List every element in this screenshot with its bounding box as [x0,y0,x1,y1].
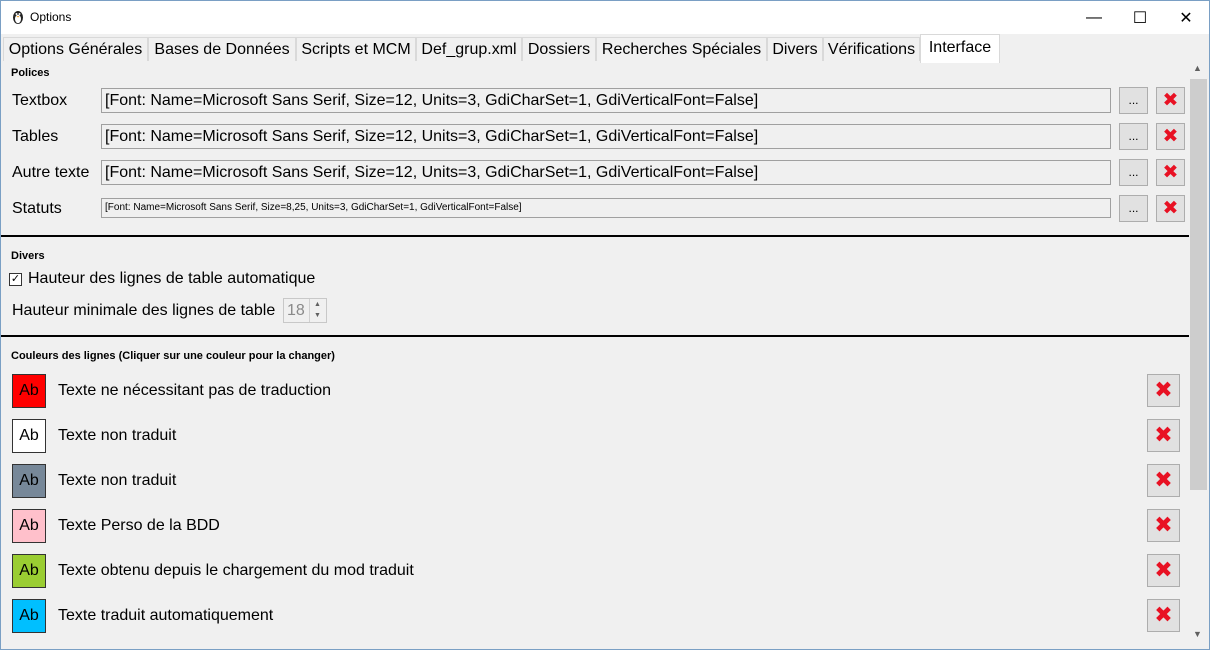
delete-icon: ✖ [1162,125,1179,147]
close-icon: ✕ [1179,9,1193,27]
color-reset-button[interactable]: ✖ [1147,374,1180,407]
color-label-mod-loaded: Texte obtenu depuis le chargement du mod… [58,562,414,579]
color-reset-button[interactable]: ✖ [1147,554,1180,587]
delete-icon: ✖ [1154,602,1173,628]
tab-scripts-et-mcm[interactable]: Scripts et MCM [296,37,416,61]
minimize-icon: — [1086,8,1102,26]
textbox-label: Textbox [12,92,68,109]
scrollbar-thumb[interactable] [1190,79,1207,490]
minimize-button[interactable]: — [1071,1,1117,34]
color-swatch-untranslated[interactable]: Ab [12,419,46,453]
polices-heading: Polices [11,67,50,79]
color-swatch-auto-translated[interactable]: Ab [12,599,46,633]
color-reset-button[interactable]: ✖ [1147,419,1180,452]
autre-texte-font-browse-button[interactable]: ... [1119,159,1148,186]
color-reset-button[interactable]: ✖ [1147,464,1180,497]
window-title: Options [30,10,72,24]
tables-label: Tables [12,128,59,145]
delete-icon: ✖ [1154,377,1173,403]
chevron-down-icon[interactable]: ▼ [1193,629,1202,639]
delete-icon: ✖ [1162,197,1179,219]
tables-font-browse-button[interactable]: ... [1119,123,1148,150]
tab-bases-de-donnees[interactable]: Bases de Données [148,37,296,61]
separator [1,235,1189,237]
interface-panel: Polices Textbox [Font: Name=Microsoft Sa… [1,62,1189,649]
tab-verifications[interactable]: Vérifications [823,37,920,61]
vertical-scrollbar[interactable]: ▲ ▼ [1189,62,1209,649]
color-swatch-no-translation[interactable]: Ab [12,374,46,408]
autre-texte-font-field[interactable]: [Font: Name=Microsoft Sans Serif, Size=1… [101,160,1111,185]
delete-icon: ✖ [1162,161,1179,183]
autre-texte-font-reset-button[interactable]: ✖ [1156,159,1185,186]
maximize-button[interactable]: ☐ [1117,1,1163,34]
color-label-bdd-custom: Texte Perso de la BDD [58,517,220,534]
min-height-stepper[interactable]: 18 ▲ ▼ [283,298,327,323]
stepper-arrows[interactable]: ▲ ▼ [309,299,326,322]
color-label-untranslated: Texte non traduit [58,427,177,444]
auto-height-label[interactable]: Hauteur des lignes de table automatique [28,270,315,288]
tab-strip: Options Générales Bases de Données Scrip… [1,34,1209,63]
color-label-no-translation: Texte ne nécessitant pas de traduction [58,382,332,399]
tab-options-generales[interactable]: Options Générales [3,37,148,61]
chevron-up-icon[interactable]: ▲ [314,301,321,308]
tab-def-grup-xml[interactable]: Def_grup.xml [416,37,522,61]
textbox-font-reset-button[interactable]: ✖ [1156,87,1185,114]
auto-height-checkbox[interactable]: ✓ [9,273,22,286]
color-reset-button[interactable]: ✖ [1147,599,1180,632]
tables-font-reset-button[interactable]: ✖ [1156,123,1185,150]
close-button[interactable]: ✕ [1163,1,1209,34]
title-bar: Options — ☐ ✕ [1,1,1209,34]
delete-icon: ✖ [1154,557,1173,583]
delete-icon: ✖ [1154,422,1173,448]
tab-dossiers[interactable]: Dossiers [522,37,596,61]
tab-interface[interactable]: Interface [920,34,1000,63]
couleurs-heading: Couleurs des lignes (Cliquer sur une cou… [11,350,335,362]
autre-texte-label: Autre texte [12,164,90,181]
textbox-font-field[interactable]: [Font: Name=Microsoft Sans Serif, Size=1… [101,88,1111,113]
divers-heading: Divers [11,250,45,262]
min-height-label: Hauteur minimale des lignes de table [12,302,276,319]
statuts-label: Statuts [12,200,62,217]
color-label-auto-translated: Texte traduit automatiquement [58,607,274,624]
tab-divers[interactable]: Divers [767,37,823,61]
statuts-font-browse-button[interactable]: ... [1119,195,1148,222]
delete-icon: ✖ [1162,89,1179,111]
delete-icon: ✖ [1154,512,1173,538]
maximize-icon: ☐ [1132,9,1148,27]
separator [1,335,1189,337]
min-height-value: 18 [287,302,305,319]
tab-recherches-speciales[interactable]: Recherches Spéciales [596,37,767,61]
chevron-down-icon[interactable]: ▼ [314,312,321,319]
penguin-app-icon [13,11,23,24]
color-label-untranslated-alt: Texte non traduit [58,472,177,489]
color-swatch-mod-loaded[interactable]: Ab [12,554,46,588]
options-window: Options — ☐ ✕ Options Générales Bases de… [0,0,1210,650]
color-swatch-bdd-custom[interactable]: Ab [12,509,46,543]
tables-font-field[interactable]: [Font: Name=Microsoft Sans Serif, Size=1… [101,124,1111,149]
delete-icon: ✖ [1154,467,1173,493]
textbox-font-browse-button[interactable]: ... [1119,87,1148,114]
statuts-font-field[interactable]: [Font: Name=Microsoft Sans Serif, Size=8… [101,198,1111,218]
color-reset-button[interactable]: ✖ [1147,509,1180,542]
statuts-font-reset-button[interactable]: ✖ [1156,195,1185,222]
chevron-up-icon[interactable]: ▲ [1193,63,1202,73]
color-swatch-untranslated-alt[interactable]: Ab [12,464,46,498]
